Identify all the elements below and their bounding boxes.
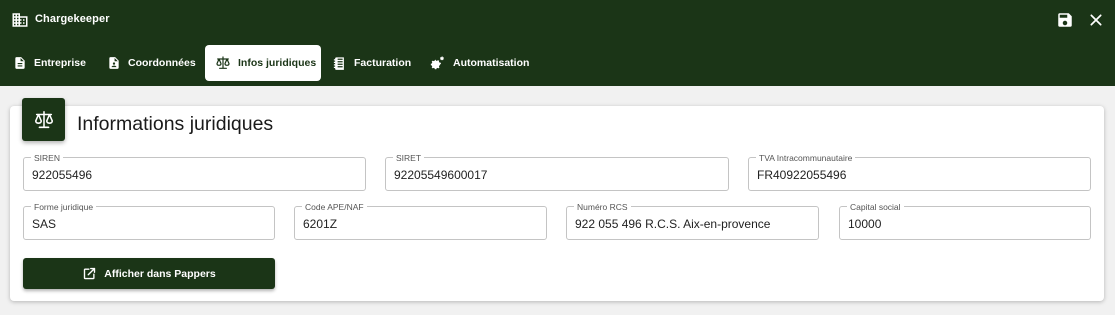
- scale-icon: [216, 56, 230, 69]
- gears-icon: [430, 55, 444, 69]
- close-icon[interactable]: [1088, 12, 1104, 28]
- save-icon[interactable]: [1056, 11, 1074, 29]
- capital-social-value: 10000: [848, 217, 882, 231]
- document-icon: [15, 57, 25, 69]
- siret-label: SIRET: [393, 153, 425, 163]
- code-ape-field[interactable]: Code APE/NAF 6201Z: [294, 202, 547, 240]
- tab-coordonnees[interactable]: Coordonnées: [95, 45, 203, 81]
- numero-rcs-field[interactable]: Numéro RCS 922 055 496 R.C.S. Aix-en-pro…: [566, 202, 819, 240]
- building-icon: [12, 13, 28, 27]
- pappers-label: Afficher dans Pappers: [104, 267, 216, 280]
- forme-juridique-field[interactable]: Forme juridique SAS: [23, 202, 275, 240]
- title-bar: Chargekeeper: [0, 0, 1115, 40]
- tab-facturation[interactable]: Facturation: [323, 45, 415, 81]
- code-ape-label: Code APE/NAF: [302, 202, 367, 212]
- forme-juridique-label: Forme juridique: [31, 202, 97, 212]
- invoice-icon: [333, 57, 344, 70]
- pappers-button[interactable]: Afficher dans Pappers: [23, 258, 275, 289]
- siren-field[interactable]: SIREN 922055496: [23, 153, 366, 191]
- siren-label: SIREN: [31, 153, 63, 163]
- tab-entreprise[interactable]: Entreprise: [0, 45, 93, 81]
- tva-value: FR40922055496: [757, 168, 847, 182]
- section-icon-box: [22, 98, 65, 141]
- tab-infos-juridiques[interactable]: Infos juridiques: [205, 45, 321, 81]
- tab-label: Facturation: [354, 57, 412, 69]
- siren-value: 922055496: [32, 168, 93, 182]
- open-external-icon: [84, 267, 96, 280]
- scale-icon: [34, 110, 53, 128]
- code-ape-value: 6201Z: [303, 217, 338, 231]
- tva-field[interactable]: TVA Intracommunautaire FR40922055496: [748, 153, 1091, 191]
- tab-label: Infos juridiques: [238, 57, 317, 69]
- forme-juridique-value: SAS: [32, 217, 57, 231]
- siret-value: 92205549600017: [394, 168, 488, 182]
- section-title: Informations juridiques: [77, 113, 274, 135]
- app-title: Chargekeeper: [35, 13, 110, 25]
- contact-card-icon: [109, 57, 119, 69]
- numero-rcs-value: 922 055 496 R.C.S. Aix-en-provence: [575, 217, 771, 231]
- app-header: Chargekeeper Entreprise Coordonnées Info…: [0, 0, 1115, 86]
- tab-label: Automatisation: [453, 57, 530, 69]
- capital-social-field[interactable]: Capital social 10000: [839, 202, 1091, 240]
- tab-automatisation[interactable]: Automatisation: [417, 45, 537, 81]
- tab-label: Entreprise: [34, 57, 86, 69]
- siret-field[interactable]: SIRET 92205549600017: [385, 153, 729, 191]
- numero-rcs-label: Numéro RCS: [574, 202, 631, 212]
- tab-label: Coordonnées: [128, 57, 196, 69]
- capital-social-label: Capital social: [847, 202, 904, 212]
- tva-label: TVA Intracommunautaire: [756, 153, 856, 163]
